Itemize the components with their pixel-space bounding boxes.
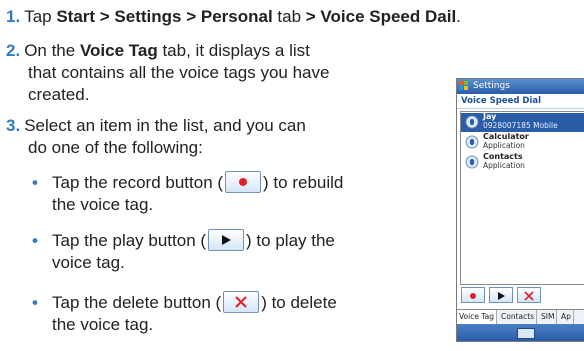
bullet-delete: • Tap the delete button () to delete bbox=[32, 290, 337, 315]
play-button[interactable] bbox=[489, 287, 513, 303]
app-title: Settings bbox=[473, 81, 510, 91]
keyboard-icon[interactable] bbox=[517, 328, 535, 339]
voice-tag-icon bbox=[465, 155, 479, 169]
step-number: 2. bbox=[6, 41, 21, 60]
phone-screenshot: Settings Voice Speed Dial Jay 0928007185… bbox=[456, 78, 584, 342]
step-1: 1. Tap Start > Settings > Personal tab > … bbox=[6, 7, 461, 26]
windows-logo-icon bbox=[459, 81, 468, 90]
bullet-record: • Tap the record button () to rebuild bbox=[32, 170, 343, 195]
page-title: Voice Speed Dial bbox=[457, 94, 584, 109]
step-number: 1. bbox=[6, 7, 21, 26]
list-item[interactable]: Jay 0928007185 Mobile bbox=[461, 112, 584, 132]
tab-sim[interactable]: SIM bbox=[539, 310, 558, 324]
step-3: 3. Select an item in the list, and you ca… bbox=[6, 116, 306, 135]
play-icon bbox=[208, 228, 245, 251]
voice-tag-icon bbox=[465, 135, 479, 149]
list-item[interactable]: Calculator Application bbox=[461, 132, 584, 152]
voice-tag-list: Jay 0928007185 Mobile Calculator Applica… bbox=[460, 111, 584, 285]
bullet-play-line2: voice tag. bbox=[52, 253, 125, 272]
step-3-line2: do one of the following: bbox=[28, 138, 203, 157]
tab-voice-tag[interactable]: Voice Tag bbox=[457, 310, 498, 324]
tab-applications[interactable]: Ap bbox=[559, 310, 574, 324]
step-2-line2: that contains all the voice tags you hav… bbox=[28, 63, 330, 82]
voice-tag-icon bbox=[465, 115, 479, 129]
step-number: 3. bbox=[6, 116, 21, 135]
tab-contacts[interactable]: Contacts bbox=[499, 310, 538, 324]
record-icon bbox=[225, 170, 262, 193]
bullet-delete-line2: the voice tag. bbox=[52, 315, 154, 334]
step-2-line3: created. bbox=[28, 85, 90, 104]
list-item[interactable]: Contacts Application bbox=[461, 152, 584, 172]
delete-icon bbox=[223, 290, 260, 313]
record-button[interactable] bbox=[461, 287, 485, 303]
title-bar: Settings bbox=[457, 79, 584, 94]
tab-bar: Voice Tag Contacts SIM Ap bbox=[457, 309, 584, 324]
bullet-play: • Tap the play button () to play the bbox=[32, 228, 335, 253]
menu-bar bbox=[457, 324, 584, 341]
step-2: 2. On the Voice Tag tab, it displays a li… bbox=[6, 41, 310, 60]
delete-button[interactable] bbox=[517, 287, 541, 303]
bullet-record-line2: the voice tag. bbox=[52, 195, 154, 214]
